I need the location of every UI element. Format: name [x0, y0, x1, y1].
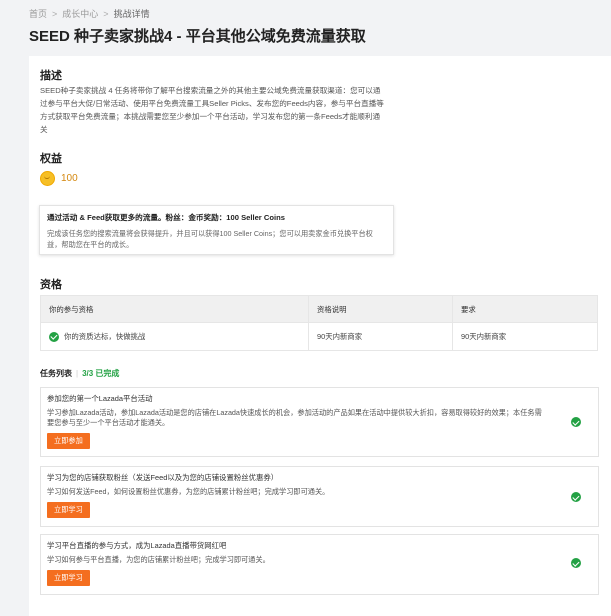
task-title: 参加您的第一个Lazada平台活动 [47, 394, 153, 403]
table-header: 要求 [452, 295, 598, 323]
task-desc: 学习如何发送Feed，如何设置粉丝优惠券，为您的店铺累计粉丝吧；完成学习即可通关… [47, 487, 330, 496]
coin-reward: 100 [40, 171, 78, 186]
task-desc: 学习如何参与平台直播，为您的店铺累计粉丝吧；完成学习即可通关。 [47, 555, 270, 564]
learn-now-button[interactable]: 立即学习 [47, 502, 90, 518]
check-circle-icon [571, 558, 581, 568]
breadcrumb-current: 挑战详情 [113, 9, 150, 19]
breadcrumb-growth[interactable]: 成长中心 [62, 7, 98, 20]
task-card: 学习为您的店铺获取粉丝（发送Feed以及为您的店铺设置粉丝优惠券） 学习如何发送… [40, 466, 599, 527]
qualification-req: 90天内新商家 [452, 322, 598, 351]
benefit-box-title: 通过活动 & Feed获取更多的流量。粉丝：金币奖励：100 Seller Co… [47, 213, 285, 222]
description-text: SEED种子卖家挑战 4 任务将带你了解平台搜索流量之外的其他主要公域免费流量获… [40, 86, 384, 134]
benefit-box-text: 完成该任务您的搜索流量将会获得提升，并且可以获得100 Seller Coins… [47, 229, 373, 249]
benefits-title: 权益 [40, 153, 62, 165]
table-header: 你的参与资格 [40, 295, 309, 323]
qualification-status: 你的资质达标，快做挑战 [64, 332, 146, 341]
description-title: 描述 [40, 70, 62, 82]
table-row: 你的资质达标，快做挑战 90天内新商家 90天内新商家 [40, 322, 598, 351]
qualification-desc: 90天内新商家 [308, 322, 453, 351]
task-card: 参加您的第一个Lazada平台活动 学习参加Lazada活动，参加Lazada活… [40, 387, 599, 457]
coin-icon [40, 171, 55, 186]
coin-amount: 100 [61, 173, 78, 184]
divider: | [76, 369, 79, 378]
join-now-button[interactable]: 立即参加 [47, 433, 90, 449]
task-title: 学习平台直播的参与方式，成为Lazada直播带货网红吧 [47, 541, 227, 550]
task-list-title: 任务列表 [40, 369, 72, 378]
breadcrumb: 首页 > 成长中心 > 挑战详情 [29, 7, 150, 20]
learn-now-button[interactable]: 立即学习 [47, 570, 90, 586]
task-list-header: 任务列表 | 3/3 已完成 [40, 368, 119, 379]
chevron-right-icon: > [103, 8, 109, 19]
challenge-detail-card: 描述 SEED种子卖家挑战 4 任务将带你了解平台搜索流量之外的其他主要公域免费… [29, 56, 611, 616]
task-card: 学习平台直播的参与方式，成为Lazada直播带货网红吧 学习如何参与平台直播，为… [40, 534, 599, 595]
breadcrumb-home[interactable]: 首页 [29, 7, 47, 20]
check-circle-icon [49, 331, 59, 342]
task-progress: 3/3 已完成 [82, 369, 120, 378]
qualification-table: 你的参与资格 资格说明 要求 你的资质达标，快做挑战 90天内新商家 90天内新… [40, 295, 598, 351]
task-title: 学习为您的店铺获取粉丝（发送Feed以及为您的店铺设置粉丝优惠券） [47, 473, 279, 482]
task-desc: 学习参加Lazada活动，参加Lazada活动是您的店铺在Lazada快速成长的… [47, 408, 542, 427]
qualification-title: 资格 [40, 279, 62, 291]
benefit-info-box: 通过活动 & Feed获取更多的流量。粉丝：金币奖励：100 Seller Co… [39, 205, 394, 255]
qualification-status-cell: 你的资质达标，快做挑战 [40, 322, 309, 351]
table-header: 资格说明 [308, 295, 453, 323]
page-title: SEED 种子卖家挑战4 - 平台其他公域免费流量获取 [29, 28, 366, 45]
check-circle-icon [571, 492, 581, 502]
chevron-right-icon: > [52, 8, 58, 19]
check-circle-icon [571, 417, 581, 427]
